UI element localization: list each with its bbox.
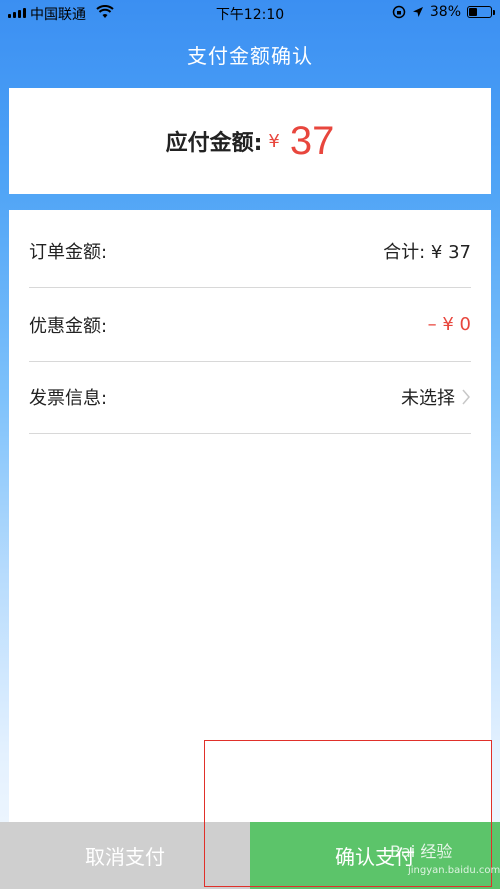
payment-details-panel: 订单金额: 合计: ¥ 37 优惠金额: – ¥ 0 发票信息: 未选择 — [9, 210, 491, 822]
amount-due-card: 应付金额: ¥ 37 — [9, 88, 491, 194]
page-title: 支付金额确认 — [187, 44, 313, 68]
rotation-lock-icon — [392, 5, 406, 19]
invoice-info-row[interactable]: 发票信息: 未选择 — [29, 360, 471, 434]
invoice-info-label: 发票信息: — [29, 387, 108, 409]
battery-percentage: 38% — [429, 4, 461, 20]
order-amount-label: 订单金额: — [29, 241, 108, 263]
status-bar: 中国联通 下午12:10 38% — [0, 0, 500, 26]
battery-icon — [467, 6, 495, 18]
discount-amount-value: – ¥ 0 — [427, 314, 471, 335]
watermark-url: jingyan.baidu.com — [408, 865, 500, 876]
order-amount-value: 合计: ¥ 37 — [383, 241, 471, 263]
location-icon — [412, 7, 423, 17]
amount-due-value: 37 — [289, 118, 335, 163]
chevron-right-icon — [462, 389, 470, 404]
currency-symbol: ¥ — [268, 130, 280, 152]
watermark-logo: Bai 经验 — [390, 842, 453, 861]
status-right: 38% — [392, 4, 495, 20]
order-amount-row: 订单金额: 合计: ¥ 37 — [29, 214, 471, 288]
discount-amount-row: 优惠金额: – ¥ 0 — [29, 288, 471, 362]
battery-fill — [469, 8, 477, 16]
invoice-info-value: 未选择 — [401, 387, 455, 409]
discount-amount-label: 优惠金额: — [29, 315, 108, 337]
amount-due-label: 应付金额: — [165, 131, 263, 156]
invoice-info-value-group[interactable]: 未选择 — [401, 384, 471, 410]
